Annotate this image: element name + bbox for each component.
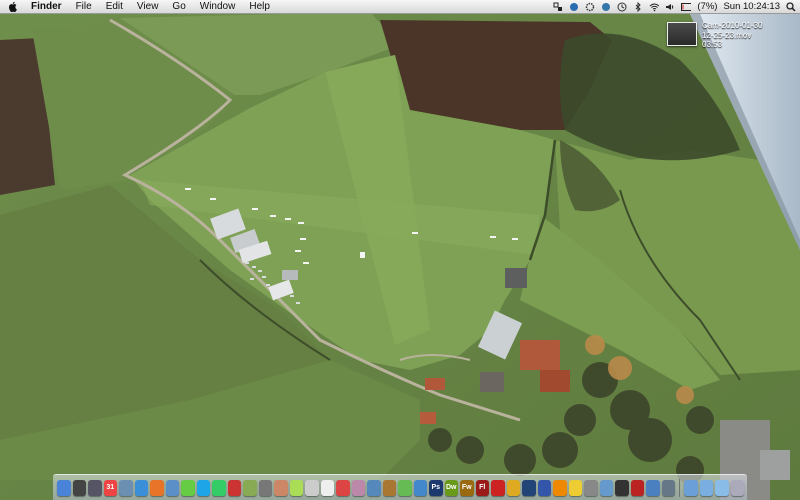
gear-icon[interactable] bbox=[585, 2, 595, 12]
ical-icon[interactable] bbox=[212, 479, 226, 496]
skype-icon[interactable] bbox=[196, 479, 210, 496]
spotlight-icon[interactable] bbox=[786, 1, 796, 12]
aerial-field-photo bbox=[0, 0, 800, 500]
itunes-icon[interactable] bbox=[289, 479, 303, 496]
bluetooth-icon[interactable] bbox=[633, 1, 643, 12]
apple-menu[interactable] bbox=[0, 1, 24, 12]
documents-folder-icon[interactable] bbox=[699, 479, 713, 496]
desktop-file-name: Cam-2010-01-30 12-25-23.mov bbox=[702, 21, 763, 40]
system-preferences-icon[interactable] bbox=[584, 479, 598, 496]
mplayer-icon[interactable] bbox=[351, 479, 365, 496]
pdf-icon[interactable] bbox=[336, 479, 350, 496]
google-earth-icon[interactable] bbox=[537, 479, 551, 496]
menu-window[interactable]: Window bbox=[193, 0, 243, 13]
dropbox-icon[interactable] bbox=[569, 2, 579, 12]
volume-icon[interactable] bbox=[665, 2, 675, 12]
xcode-icon[interactable] bbox=[646, 479, 660, 496]
trash-icon[interactable] bbox=[730, 479, 744, 496]
expose-icon[interactable] bbox=[88, 479, 102, 496]
activity-monitor-icon[interactable] bbox=[615, 479, 629, 496]
spaces-icon[interactable] bbox=[553, 2, 563, 12]
mail-icon[interactable] bbox=[165, 479, 179, 496]
finder-icon[interactable] bbox=[57, 479, 71, 496]
calendar-icon[interactable]: 31 bbox=[103, 479, 117, 496]
menu-clock[interactable]: Sun 10:24:13 bbox=[723, 1, 780, 12]
maps-icon[interactable] bbox=[398, 479, 412, 496]
books-icon[interactable] bbox=[382, 479, 396, 496]
acrobat-icon[interactable] bbox=[491, 479, 505, 496]
app-store-icon[interactable] bbox=[599, 479, 613, 496]
battery-percentage[interactable]: (7%) bbox=[697, 1, 717, 12]
desktop-wallpaper[interactable]: Finder File Edit View Go Window Help (7%… bbox=[0, 0, 800, 500]
preview-icon[interactable] bbox=[119, 479, 133, 496]
desktop-file-duration: 03:53 bbox=[702, 40, 723, 49]
skype-status-icon[interactable] bbox=[601, 2, 611, 12]
menu-app-name[interactable]: Finder bbox=[24, 0, 69, 13]
flash-icon[interactable]: Fl bbox=[475, 479, 489, 496]
battery-icon[interactable] bbox=[681, 2, 692, 12]
dock: 31 Ps Dw Fw Fl bbox=[53, 474, 747, 500]
calculator-icon[interactable] bbox=[661, 479, 675, 496]
vlc-cone-icon[interactable] bbox=[553, 479, 567, 496]
dock-separator bbox=[679, 478, 680, 497]
cyberduck-icon[interactable] bbox=[568, 479, 582, 496]
firefox-icon[interactable] bbox=[150, 479, 164, 496]
wifi-icon[interactable] bbox=[649, 2, 660, 12]
downloads-folder-icon[interactable] bbox=[715, 479, 729, 496]
vlc-icon[interactable] bbox=[243, 479, 257, 496]
spotify-icon[interactable] bbox=[181, 479, 195, 496]
guitar-icon[interactable] bbox=[274, 479, 288, 496]
filezilla-icon[interactable] bbox=[630, 479, 644, 496]
safari-icon[interactable] bbox=[134, 479, 148, 496]
dashboard-icon[interactable] bbox=[72, 479, 86, 496]
menu-view[interactable]: View bbox=[130, 0, 166, 13]
apple-logo-icon bbox=[9, 1, 17, 12]
photobooth-icon[interactable] bbox=[227, 479, 241, 496]
menu-go[interactable]: Go bbox=[165, 0, 192, 13]
menu-bar: Finder File Edit View Go Window Help (7%… bbox=[0, 0, 800, 14]
movie-thumbnail bbox=[667, 22, 697, 46]
applications-folder-icon[interactable] bbox=[684, 479, 698, 496]
desktop-file-movie[interactable]: Cam-2010-01-30 12-25-23.mov 03:53 bbox=[664, 20, 764, 56]
fireworks-icon[interactable]: Fw bbox=[460, 479, 474, 496]
time-machine-icon[interactable] bbox=[617, 2, 627, 12]
messenger-icon[interactable] bbox=[413, 479, 427, 496]
radiation-icon[interactable] bbox=[506, 479, 520, 496]
scripts-icon[interactable] bbox=[258, 479, 272, 496]
menu-file[interactable]: File bbox=[69, 0, 99, 13]
menu-edit[interactable]: Edit bbox=[99, 0, 130, 13]
photoshop-icon[interactable]: Ps bbox=[429, 479, 443, 496]
blue-globe-icon[interactable] bbox=[522, 479, 536, 496]
network-icon[interactable] bbox=[367, 479, 381, 496]
menu-help[interactable]: Help bbox=[242, 0, 277, 13]
menu-extras: (7%) Sun 10:24:13 bbox=[553, 0, 796, 13]
addressbook-icon[interactable] bbox=[320, 479, 334, 496]
dreamweaver-icon[interactable]: Dw bbox=[444, 479, 458, 496]
textedit-icon[interactable] bbox=[305, 479, 319, 496]
